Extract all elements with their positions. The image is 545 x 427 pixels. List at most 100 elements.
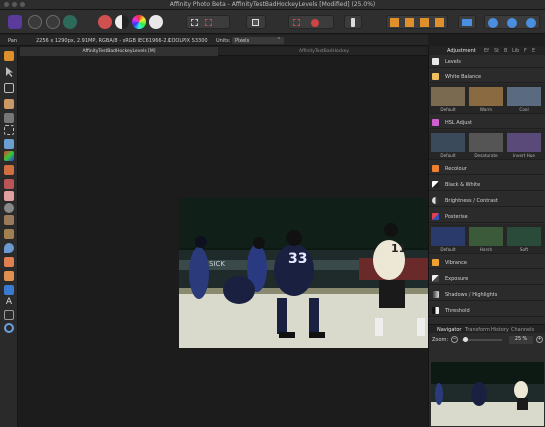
tab-channels[interactable]: Channels [511,327,534,333]
adjustment-white-balance[interactable]: White Balance [429,70,545,83]
tab-e[interactable]: E [532,48,535,54]
preset-thumbnail[interactable] [431,227,465,246]
auto-white-balance-icon[interactable] [149,15,163,29]
adjustment-posterise[interactable]: Posterise [429,210,545,223]
studio-right-icon[interactable] [526,18,536,28]
adjustment-label: Shadows / Highlights [445,292,498,298]
studio-tab-bar: Adjustment Ef St B Lib F E [429,46,545,55]
inpainting-brush-icon[interactable] [4,271,14,281]
smudge-tool-icon[interactable] [4,229,14,239]
studio-center-icon[interactable] [507,18,517,28]
view-tool-hand-icon[interactable] [4,51,14,61]
snapping-magnet-icon[interactable] [311,19,319,27]
tab-library[interactable]: Lib [512,48,519,54]
selection-mode-rect-icon[interactable] [191,19,198,26]
adjustment-vibrance[interactable]: Vibrance [429,256,545,269]
develop-persona-icon[interactable] [46,15,60,29]
tab-history[interactable]: History [491,327,509,333]
studio-left-icon[interactable] [488,18,498,28]
rectangle-tool-icon[interactable] [4,285,14,295]
refine-group [288,15,334,29]
auto-colors-icon[interactable] [132,15,146,29]
zoom-value-field[interactable]: 25 % [509,336,533,344]
jersey-number: 33 [288,251,308,267]
clone-tool-icon[interactable] [4,215,14,225]
erase-brush-icon[interactable] [4,191,14,201]
tab-transform[interactable]: Transform [465,327,490,333]
adjustment-label: Levels [445,59,461,65]
selection-mode-subtract-icon[interactable] [205,19,212,26]
preset-thumbnail[interactable] [431,133,465,152]
document-canvas[interactable]: 33 11 SICK [19,57,441,427]
adjustment-threshold[interactable]: Threshold [429,304,545,317]
units-dropdown[interactable]: Pixels ⌃ [232,37,284,44]
document-tab-label: AffinityTestBadHockey [298,49,349,54]
tab-brushes[interactable]: B [504,48,507,54]
posterise-presets: Default Harsh Soft [429,224,545,254]
rink-board-text: SICK [209,260,225,268]
adjustment-black-white[interactable]: Black & White [429,178,545,191]
frame-text-icon[interactable] [4,310,14,320]
blur-tool-icon[interactable] [4,243,14,253]
navigator-preview[interactable] [431,362,544,426]
text-tool-icon[interactable]: A [4,297,14,307]
healing-brush-icon[interactable] [4,257,14,267]
auto-contrast-icon[interactable] [115,15,129,29]
zoom-tool-icon[interactable] [4,323,14,333]
marquee-tool-icon[interactable] [4,125,14,135]
color-replace-icon[interactable] [4,179,14,189]
paint-brush-icon[interactable] [4,165,14,175]
affinity-photo-window: Affinity Photo Beta - AffinityTestBadHoc… [0,0,545,427]
adjustment-levels[interactable]: Levels [429,55,545,68]
preset-thumbnail[interactable] [431,87,465,106]
tab-effects[interactable]: Ef [484,48,489,54]
preset-thumbnail[interactable] [507,227,541,246]
preset-thumbnail[interactable] [507,133,541,152]
selection-brush-icon[interactable] [4,99,14,109]
preset-label: Invert Hue [512,153,536,158]
units-value: Pixels [235,38,250,44]
arrange-forward-icon[interactable] [420,18,429,27]
dodge-tool-icon[interactable] [4,203,14,213]
preset-thumbnail[interactable] [469,133,503,152]
adjustment-hsl[interactable]: HSL Adjust [429,116,545,129]
liquify-persona-icon[interactable] [28,15,42,29]
document-tab-original[interactable]: AffinityTestBadHockey [220,47,428,56]
tab-styles[interactable]: St [494,48,499,54]
flood-fill-icon[interactable] [4,139,14,149]
crop-tool-icon[interactable] [4,83,14,93]
adjustment-exposure[interactable]: Exposure [429,272,545,285]
auto-levels-icon[interactable] [98,15,112,29]
preset-thumbnail[interactable] [469,87,503,106]
grid-snap-icon[interactable] [293,19,300,26]
marquee-mode-group [186,15,230,29]
align-icon[interactable] [462,19,472,26]
tab-navigator[interactable]: Navigator [437,327,461,333]
arrange-back-icon[interactable] [390,18,399,27]
tab-f[interactable]: F [524,48,527,54]
move-tool-icon[interactable] [6,67,13,77]
adjustment-label: Threshold [445,308,470,314]
zoom-label: Zoom: [432,337,449,343]
gradient-tool-icon[interactable] [4,151,14,161]
quick-mask-icon[interactable] [252,19,259,26]
tab-adjustment[interactable]: Adjustment [447,48,476,54]
adjustment-brightness-contrast[interactable]: Brightness / Contrast [429,194,545,207]
preset-thumbnail[interactable] [469,227,503,246]
assistant-icon[interactable] [351,18,355,27]
arrange-front-icon[interactable] [435,18,444,27]
zoom-in-icon[interactable]: + [536,336,543,343]
studio-group [484,15,540,29]
adjustment-shadows-highlights[interactable]: Shadows / Highlights [429,288,545,301]
arrange-backward-icon[interactable] [405,18,414,27]
adjustment-recolour[interactable]: Recolour [429,162,545,175]
export-persona-icon[interactable] [63,15,77,29]
zoom-out-icon[interactable]: − [451,336,458,343]
zoom-slider-track[interactable] [462,339,502,341]
photo-persona-icon[interactable] [8,15,22,29]
flood-select-icon[interactable] [4,113,14,123]
dropdown-chevron-icon: ⌃ [276,37,281,43]
document-tab-active[interactable]: AffinityTestBadHockeyLevels [M] [20,47,218,56]
preset-thumbnail[interactable] [507,87,541,106]
zoom-slider-handle[interactable] [463,337,468,342]
